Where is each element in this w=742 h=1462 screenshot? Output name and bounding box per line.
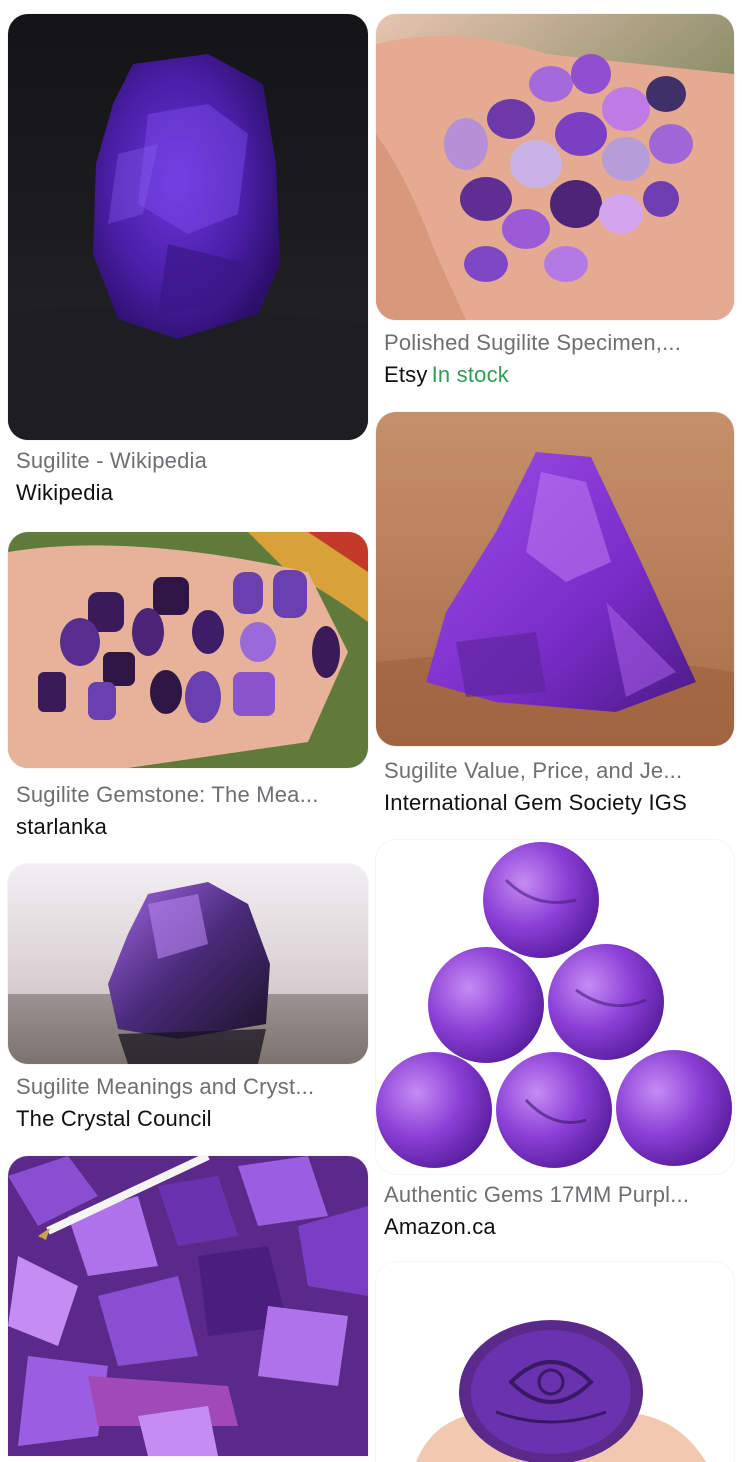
result-title[interactable]: Sugilite Value, Price, and Je...: [384, 758, 724, 784]
image-results-grid: Sugilite - Wikipedia Wikipedia Polished …: [0, 0, 742, 1462]
result-card-carved-oval[interactable]: [376, 1262, 734, 1462]
result-image[interactable]: [8, 532, 368, 768]
result-card-rough-chips[interactable]: [8, 1156, 368, 1456]
result-source-name[interactable]: Etsy: [384, 362, 428, 387]
in-stock-badge: In stock: [431, 362, 510, 387]
result-card-igs[interactable]: Sugilite Value, Price, and Je... Interna…: [376, 412, 734, 822]
result-image[interactable]: [376, 14, 734, 320]
result-card-wikipedia[interactable]: Sugilite - Wikipedia Wikipedia: [8, 14, 368, 514]
result-title[interactable]: Sugilite - Wikipedia: [16, 448, 356, 474]
result-source[interactable]: Amazon.ca: [384, 1214, 496, 1240]
result-source[interactable]: starlanka: [16, 814, 107, 840]
result-source[interactable]: Etsy In stock: [384, 362, 509, 388]
result-title[interactable]: Sugilite Meanings and Cryst...: [16, 1074, 356, 1100]
result-title[interactable]: Sugilite Gemstone: The Mea...: [16, 782, 356, 808]
result-source[interactable]: The Crystal Council: [16, 1106, 212, 1132]
result-image[interactable]: [376, 840, 734, 1174]
result-title[interactable]: Authentic Gems 17MM Purpl...: [384, 1182, 724, 1208]
result-image[interactable]: [376, 1262, 734, 1462]
result-source[interactable]: International Gem Society IGS: [384, 790, 687, 816]
result-image[interactable]: [376, 412, 734, 746]
result-card-starlanka[interactable]: Sugilite Gemstone: The Mea... starlanka: [8, 532, 368, 842]
result-source[interactable]: Wikipedia: [16, 480, 113, 506]
result-title[interactable]: Polished Sugilite Specimen,...: [384, 330, 724, 356]
result-card-etsy[interactable]: Polished Sugilite Specimen,... Etsy In st…: [376, 14, 734, 394]
result-card-crystal-council[interactable]: Sugilite Meanings and Cryst... The Cryst…: [8, 864, 368, 1144]
result-image[interactable]: [8, 14, 368, 440]
result-card-amazon[interactable]: Authentic Gems 17MM Purpl... Amazon.ca: [376, 840, 734, 1250]
result-image[interactable]: [8, 1156, 368, 1456]
result-image[interactable]: [8, 864, 368, 1064]
